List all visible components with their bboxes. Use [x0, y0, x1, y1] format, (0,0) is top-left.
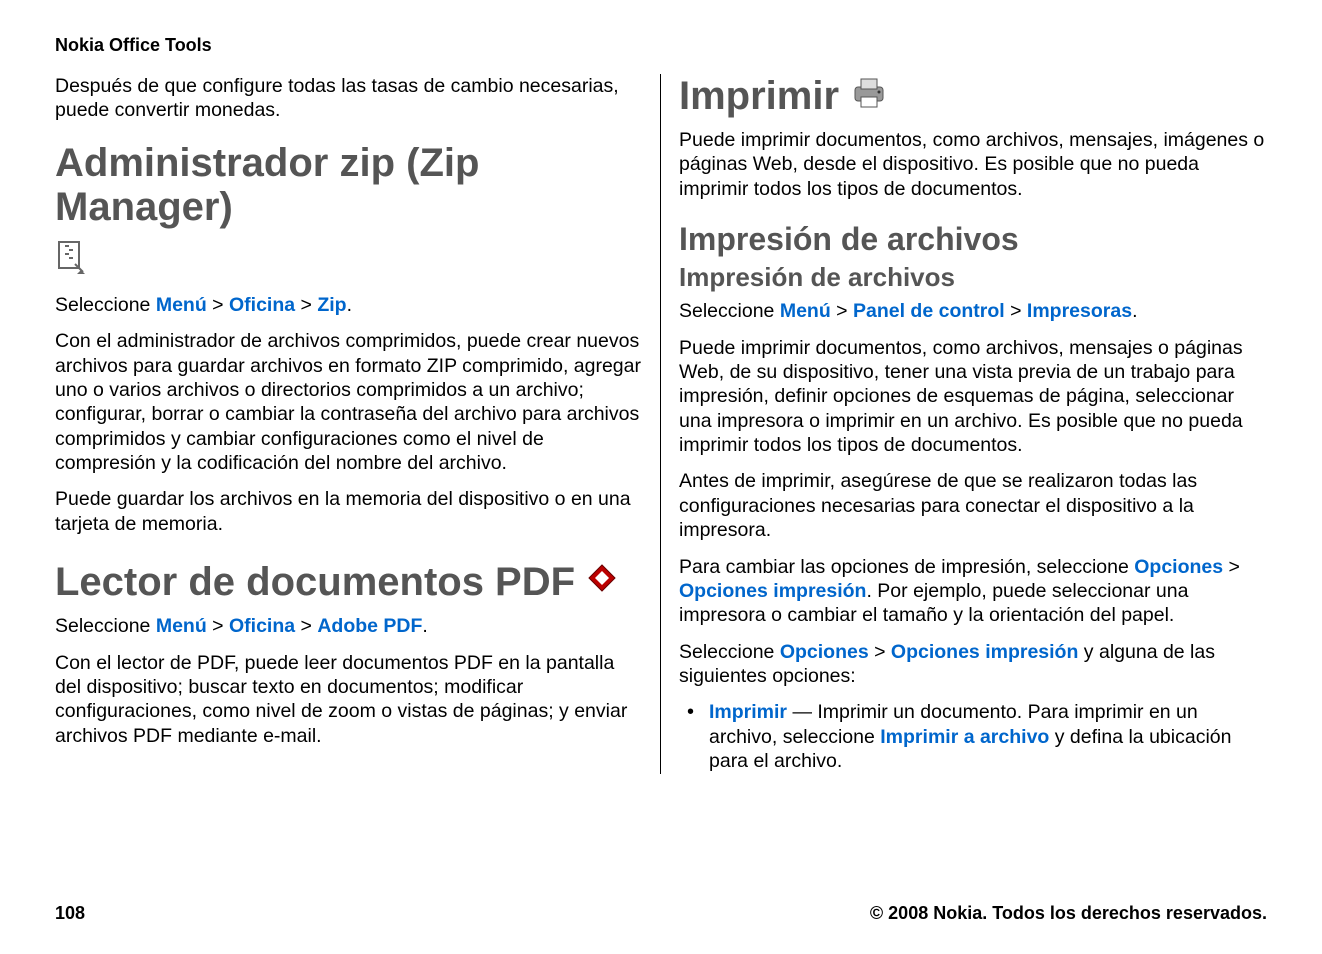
text: Para cambiar las opciones de impresión, …	[679, 556, 1134, 578]
pdf-description: Con el lector de PDF, puede leer documen…	[55, 651, 642, 749]
left-column: Después de que configure todas las tasas…	[55, 74, 661, 774]
options-list: Imprimir — Imprimir un documento. Para i…	[679, 700, 1267, 773]
separator: >	[831, 300, 853, 322]
select-label: Seleccione	[55, 294, 156, 316]
page-footer: 108 © 2008 Nokia. Todos los derechos res…	[55, 903, 1267, 924]
separator: >	[869, 641, 891, 663]
link-opciones[interactable]: Opciones	[780, 641, 869, 663]
link-opciones[interactable]: Opciones	[1134, 556, 1223, 578]
link-panel-control[interactable]: Panel de control	[853, 300, 1005, 322]
files-p3: Para cambiar las opciones de impresión, …	[679, 555, 1267, 628]
files-p4: Seleccione Opciones > Opciones impresión…	[679, 640, 1267, 689]
print-heading: Imprimir	[679, 74, 1267, 118]
link-opciones-impresion[interactable]: Opciones impresión	[679, 580, 866, 602]
select-label: Seleccione	[679, 300, 780, 322]
pdf-heading-text: Lector de documentos PDF	[55, 560, 575, 604]
list-item: Imprimir — Imprimir un documento. Para i…	[679, 700, 1267, 773]
zip-description-2: Puede guardar los archivos en la memoria…	[55, 487, 642, 536]
link-menu[interactable]: Menú	[156, 615, 207, 637]
pdf-icon	[585, 560, 619, 604]
select-label: Seleccione	[55, 615, 156, 637]
link-oficina[interactable]: Oficina	[229, 615, 295, 637]
link-menu[interactable]: Menú	[780, 300, 831, 322]
pdf-nav-path: Seleccione Menú > Oficina > Adobe PDF.	[55, 614, 642, 638]
link-opciones-impresion[interactable]: Opciones impresión	[891, 641, 1078, 663]
printer-icon	[849, 74, 889, 118]
zip-nav-path: Seleccione Menú > Oficina > Zip.	[55, 293, 642, 317]
text: Seleccione	[679, 641, 780, 663]
link-zip[interactable]: Zip	[317, 294, 346, 316]
link-imprimir[interactable]: Imprimir	[709, 701, 787, 723]
files-nav-path: Seleccione Menú > Panel de control > Imp…	[679, 299, 1267, 323]
link-adobe-pdf[interactable]: Adobe PDF	[317, 615, 422, 637]
page-number: 108	[55, 903, 85, 924]
print-heading-text: Imprimir	[679, 74, 839, 118]
right-column: Imprimir Puede imprimir documentos, como…	[661, 74, 1267, 774]
content-columns: Después de que configure todas las tasas…	[55, 74, 1267, 774]
intro-text: Después de que configure todas las tasas…	[55, 74, 642, 123]
separator: >	[295, 615, 317, 637]
zip-icon	[55, 239, 85, 283]
link-imprimir-archivo[interactable]: Imprimir a archivo	[880, 726, 1049, 748]
link-menu[interactable]: Menú	[156, 294, 207, 316]
link-impresoras[interactable]: Impresoras	[1027, 300, 1132, 322]
separator: >	[1005, 300, 1027, 322]
files-p2: Antes de imprimir, asegúrese de que se r…	[679, 469, 1267, 542]
link-oficina[interactable]: Oficina	[229, 294, 295, 316]
files-subheading: Impresión de archivos	[679, 262, 1267, 293]
pdf-heading: Lector de documentos PDF	[55, 560, 642, 604]
copyright: © 2008 Nokia. Todos los derechos reserva…	[870, 903, 1267, 924]
files-heading: Impresión de archivos	[679, 221, 1267, 258]
print-description: Puede imprimir documentos, como archivos…	[679, 128, 1267, 201]
separator: >	[207, 294, 229, 316]
files-p1: Puede imprimir documentos, como archivos…	[679, 336, 1267, 458]
page-header: Nokia Office Tools	[55, 35, 1267, 56]
zip-description-1: Con el administrador de archivos comprim…	[55, 329, 642, 475]
separator: >	[1223, 556, 1240, 578]
separator: >	[295, 294, 317, 316]
zip-heading: Administrador zip (Zip Manager)	[55, 141, 642, 283]
zip-heading-text: Administrador zip (Zip Manager)	[55, 141, 642, 229]
separator: >	[207, 615, 229, 637]
